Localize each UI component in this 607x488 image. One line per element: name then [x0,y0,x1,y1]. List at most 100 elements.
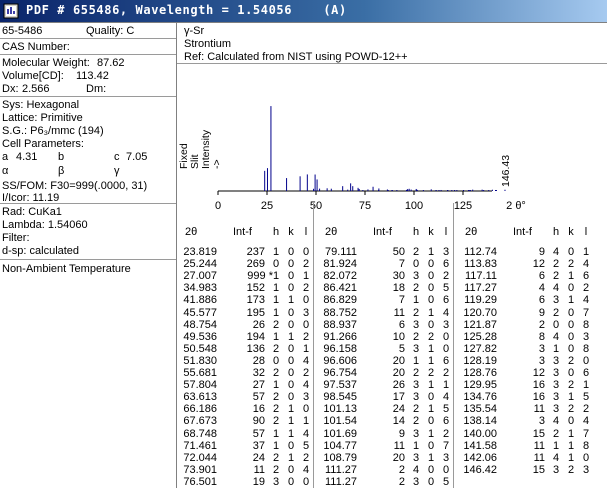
table-cell: 71.461 [183,439,217,452]
table-cell: 11 [393,306,405,319]
table-cell: 11 [533,451,545,464]
table-cell: 2 [302,367,310,379]
table-cell: 1 [427,342,435,355]
table-cell: 6 [398,318,405,331]
table-cell: 2 [302,258,310,271]
table-cell: 10 [392,330,405,343]
table-cell: 104.77 [323,439,357,452]
table-cell: 88.752 [323,306,357,319]
table-cell: 101.69 [323,427,357,440]
cell-alpha-label: α [2,165,9,177]
table-cell: 0 [427,318,435,331]
table-cell: 90 [252,415,265,428]
table-cell: 1 [272,270,280,283]
ss-fom: SS/FOM: F30=999(.0000, 31) [2,180,148,192]
table-cell: 1 [567,270,575,283]
table-cell: 16 [252,403,265,416]
table-cell: 3 [552,294,560,307]
column-header: l [304,226,308,238]
table-cell: 2 [427,367,435,379]
table-cell: 1 [567,451,575,464]
phase-name: Strontium [184,38,232,50]
table-cell: 81.924 [323,258,357,271]
table-cell: 2 [582,282,590,295]
table-cell: 76.501 [183,475,217,488]
radiation: Rad: CuKa1 [2,206,62,218]
table-cell: 1 [567,391,575,404]
table-cell: 3 [538,415,545,428]
table-cell: 4 [582,415,590,428]
table-cell: 0 [302,475,310,488]
table-cell: 91.266 [323,330,357,343]
column-header: l [444,226,448,238]
table-cell: 6 [442,294,450,307]
table-cell: 1 [427,427,435,440]
table-cell: 3 [442,318,450,331]
pdf-number: 65-5486 [2,25,43,37]
table-cell: 2 [302,330,310,343]
comments-section: Non-Ambient Temperature [0,260,176,278]
table-cell: 1 [302,342,310,355]
table-cell: 3 [582,330,590,343]
radiation-section: Rad: CuKa1 Lambda: 1.54060 Filter: d-sp:… [0,204,176,260]
table-cell: 72.044 [183,451,217,464]
table-cell: 113.83 [464,258,497,271]
table-cell: 11 [393,439,405,452]
table-cell: 2 [442,427,450,440]
table-cell: 4 [302,379,310,392]
table-cell: 0 [567,367,575,379]
title-bar[interactable]: PDF # 655486, Wavelength = 1.54056 (A) [0,0,607,22]
table-cell: 2 [302,451,310,464]
peak-table-column: 2θ Int-f h k l 23.819 237 1 0 0 25.244 269 0 0 2 27.007… [177,203,317,488]
table-cell: 2 [412,367,420,379]
table-cell: 3 [412,318,420,331]
table-cell: 3 [442,246,450,258]
table-cell: 1 [427,246,435,258]
table-cell: 2 [412,415,420,428]
table-cell: 1 [412,354,420,367]
column-header: k [568,226,574,238]
table-cell: 0 [302,246,310,258]
table-cell: 2 [272,391,280,404]
table-cell: 1 [442,379,450,392]
table-cell: 0 [582,354,590,367]
diffraction-pattern-chart: Fixed Slit Intensity -> 0 25 50 75 100 125 2 θ° 146… [177,64,607,218]
table-cell: 1 [272,246,280,258]
table-cell: 135.54 [463,403,497,416]
table-cell: 2 [567,379,575,392]
table-cell: 129.95 [463,379,497,392]
table-cell: 101.13 [323,403,357,416]
dx-label: Dx: [2,83,19,95]
table-cell: 49.536 [183,330,217,343]
table-cell: 0 [302,318,310,331]
filter: Filter: [2,232,30,244]
table-cell: 0 [552,318,560,331]
table-cell: 1 [427,354,435,367]
table-cell: 0 [287,391,295,404]
peak-table-column: 2θ Int-f h k l 79.111 50 2 1 3 81.924 7 0 0 6 82.072 30 3… [317,203,457,488]
cas-section: CAS Number: [0,39,176,55]
table-cell: 34.983 [183,282,217,295]
column-header: 2θ [185,226,198,238]
table-cell: 57.804 [183,379,217,392]
cell-parameters-label: Cell Parameters: [2,138,84,150]
table-cell: 9 [538,246,545,258]
table-cell: 4 [552,246,560,258]
table-cell: 67.673 [183,415,217,428]
table-cell: 1 [272,379,280,392]
table-cell: 3 [302,306,310,319]
table-cell: 2 [567,403,575,416]
volume-value: 113.42 [76,70,109,82]
table-cell: 19 [252,475,265,488]
table-cell: 1 [552,342,560,355]
lambda: Lambda: 1.54060 [2,219,88,231]
table-cell: 8 [582,318,590,331]
table-cell: 3 [582,463,590,476]
table-cell: 4 [552,451,560,464]
table-cell: 2 [567,463,575,476]
dx-value: 2.566 [22,83,50,95]
table-cell: 2 [567,258,575,271]
table-cell: 125.28 [463,330,497,343]
app-icon [3,3,19,19]
table-cell: 51.830 [183,354,217,367]
